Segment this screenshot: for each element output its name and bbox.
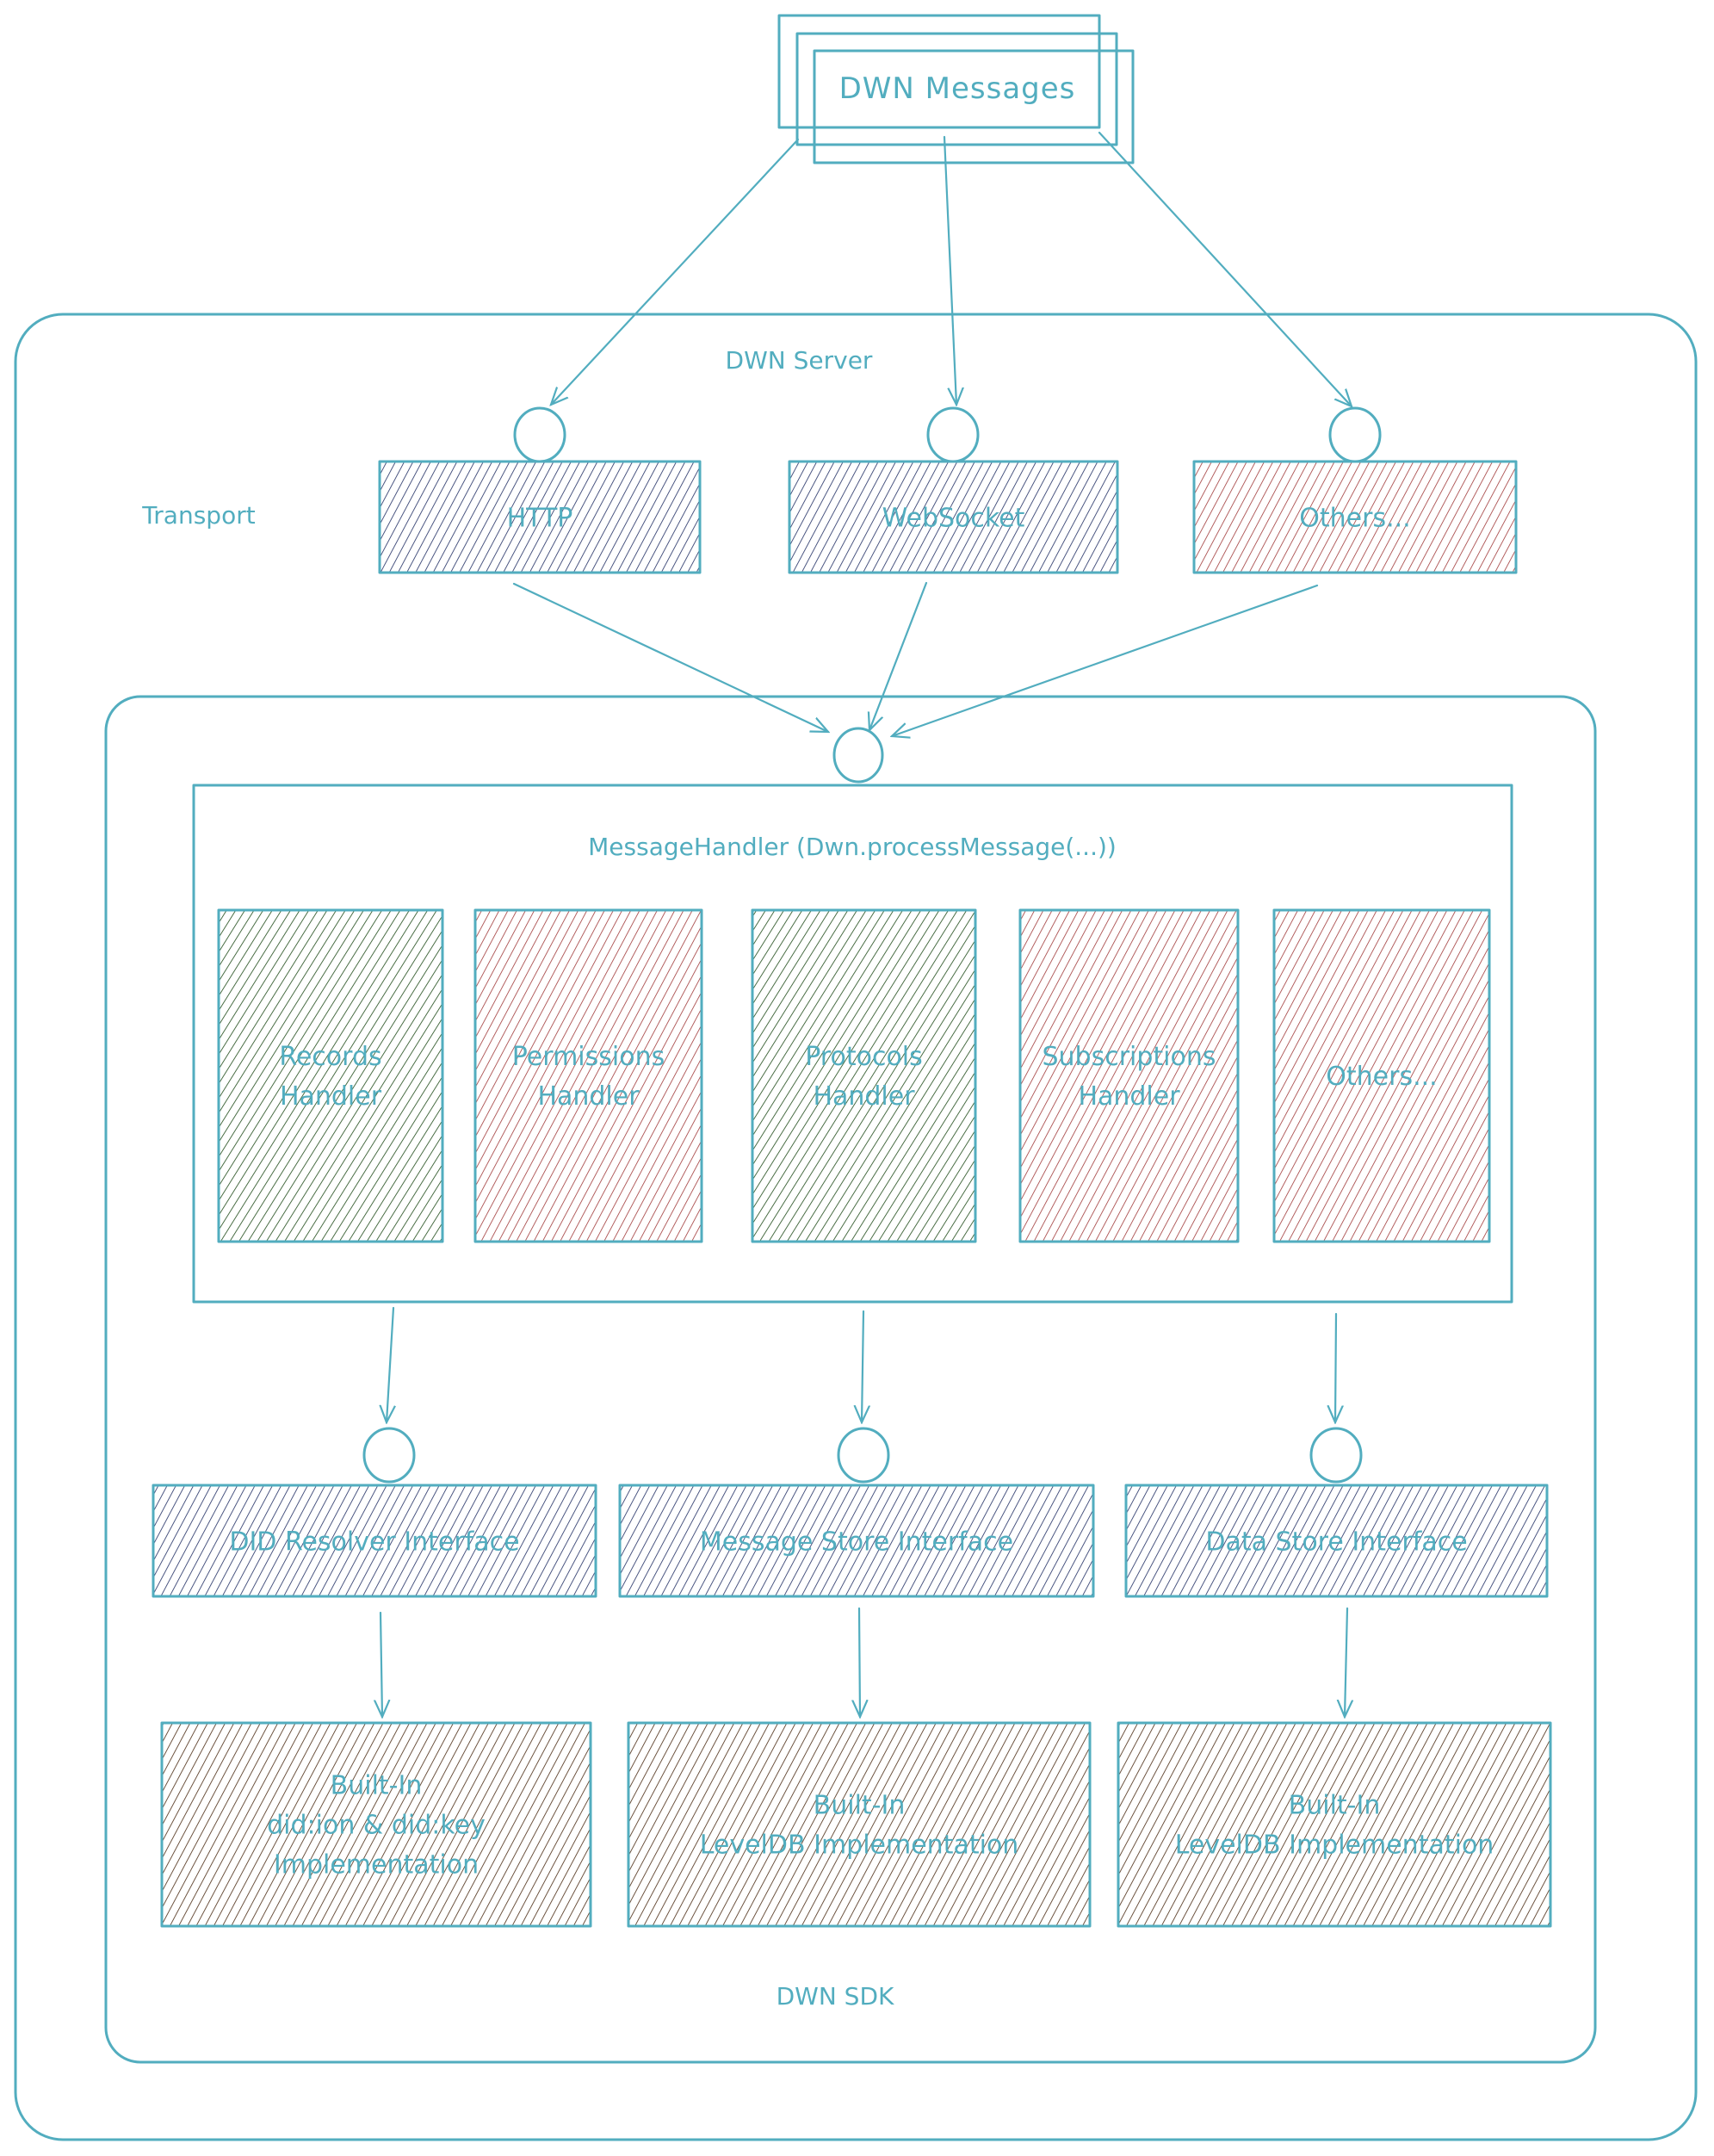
handler-records-handler-label-line: Records <box>279 1042 381 1072</box>
sdk-interface-port-icon <box>832 727 884 784</box>
dwn-messages-node: DWN Messages <box>777 14 1135 164</box>
implementation-3-label-line: Built-In <box>1289 1791 1381 1821</box>
arrow-to-websocket <box>943 135 956 405</box>
handler-protocols-handler-label-line: Protocols <box>805 1042 923 1072</box>
transport-label: Others... <box>1299 504 1410 534</box>
handler-permissions-handler-label-line: Handler <box>537 1081 640 1112</box>
handler-subscriptions-handler: Subscriptions Handler <box>1018 908 1240 1243</box>
implementation-1-label-line: did:ion & did:key <box>267 1811 486 1841</box>
interface-label: Message Store Interface <box>700 1527 1013 1558</box>
interface-label: DID Resolver Interface <box>229 1527 519 1558</box>
architecture-diagram: DWN Messages DWN Server Transport HTTP We… <box>14 14 1698 2141</box>
transport-label: WebSocket <box>882 504 1025 534</box>
interface-to-implementation-arrows <box>381 1607 1347 1717</box>
transport-port-icon <box>513 406 566 463</box>
handler-row: RecordsHandlerPermissionsHandlerProtocol… <box>217 908 1491 1243</box>
arrow-others-to-sdk <box>892 584 1319 736</box>
interface-row: DID Resolver Interface Message Store Inte… <box>152 1427 1549 1598</box>
handler-subscriptions-handler-label-line: Subscriptions <box>1042 1042 1216 1072</box>
implementation-2-label-line: LevelDB Implementation <box>700 1831 1019 1861</box>
message-to-transport-arrows <box>551 131 1352 406</box>
transport-websocket: WebSocket <box>788 406 1119 574</box>
arrow-to-message-store <box>862 1310 863 1422</box>
arrow-to-did-resolver <box>387 1306 393 1422</box>
handler-records-handler: Records Handler <box>217 908 444 1243</box>
arrow-http-to-sdk <box>512 582 828 732</box>
implementation-3: Built-In LevelDB Implementation <box>1117 1721 1552 1928</box>
interface-data-store-interface: Data Store Interface <box>1124 1427 1549 1598</box>
arrow-to-did-impl <box>381 1611 382 1717</box>
handler-subscriptions-handler-fill <box>1020 910 1238 1242</box>
dwn-sdk-label: DWN SDK <box>777 1982 894 2010</box>
arrow-to-data-store-impl <box>1345 1607 1347 1717</box>
interface-label: Data Store Interface <box>1205 1527 1467 1558</box>
handler-permissions-handler: Permissions Handler <box>473 908 703 1243</box>
transport-row: HTTP WebSocket Others... <box>378 406 1518 574</box>
transport-to-sdk-arrows <box>512 581 1319 736</box>
implementation-row: Built-Indid:ion & did:keyImplementationB… <box>160 1721 1552 1928</box>
arrow-to-data-store <box>1335 1312 1336 1422</box>
handler-permissions-handler-label-line: Permissions <box>512 1042 665 1072</box>
transport-http: HTTP <box>378 406 702 574</box>
arrow-websocket-to-sdk <box>869 581 928 730</box>
dwn-messages-label: DWN Messages <box>839 71 1076 106</box>
handler-protocols-handler-label-line: Handler <box>813 1081 915 1112</box>
interface-port-icon <box>1309 1427 1363 1484</box>
interface-message-store-interface: Message Store Interface <box>618 1427 1095 1598</box>
interface-did-resolver-interface: DID Resolver Interface <box>152 1427 597 1598</box>
implementation-2: Built-In LevelDB Implementation <box>627 1721 1092 1928</box>
handler-permissions-handler-fill <box>475 910 702 1242</box>
message-handler-label: MessageHandler (Dwn.processMessage(...)) <box>588 833 1117 861</box>
transport-port-icon <box>1328 406 1382 463</box>
interface-port-icon <box>837 1427 890 1484</box>
arrow-to-message-store-impl <box>859 1607 860 1717</box>
handler-to-interface-arrows <box>387 1306 1336 1422</box>
implementation-2-label-line: Built-In <box>814 1791 906 1821</box>
handler-protocols-handler-fill <box>752 910 975 1242</box>
implementation-3-label-line: LevelDB Implementation <box>1175 1831 1494 1861</box>
arrow-to-others-transport <box>1098 131 1352 406</box>
implementation-1: Built-In did:ion & did:key Implementation <box>160 1721 592 1928</box>
transport-label: Transport <box>141 501 255 530</box>
dwn-server-label: DWN Server <box>726 346 873 375</box>
handler-records-handler-label-line: Handler <box>280 1081 382 1112</box>
handler-protocols-handler: Protocols Handler <box>751 908 977 1243</box>
transport-port-icon <box>926 406 980 463</box>
handler-records-handler-fill <box>219 910 442 1242</box>
handler-others: Others... <box>1272 908 1491 1243</box>
implementation-2-fill <box>628 1723 1090 1926</box>
implementation-3-fill <box>1118 1723 1550 1926</box>
handler-others-label-line: Others... <box>1326 1062 1437 1092</box>
implementation-1-label-line: Built-In <box>331 1771 423 1801</box>
transport-label: HTTP <box>507 504 573 534</box>
implementation-1-label-line: Implementation <box>274 1850 479 1880</box>
handler-subscriptions-handler-label-line: Handler <box>1078 1081 1180 1112</box>
interface-port-icon <box>362 1427 416 1484</box>
transport-others: Others... <box>1192 406 1518 574</box>
